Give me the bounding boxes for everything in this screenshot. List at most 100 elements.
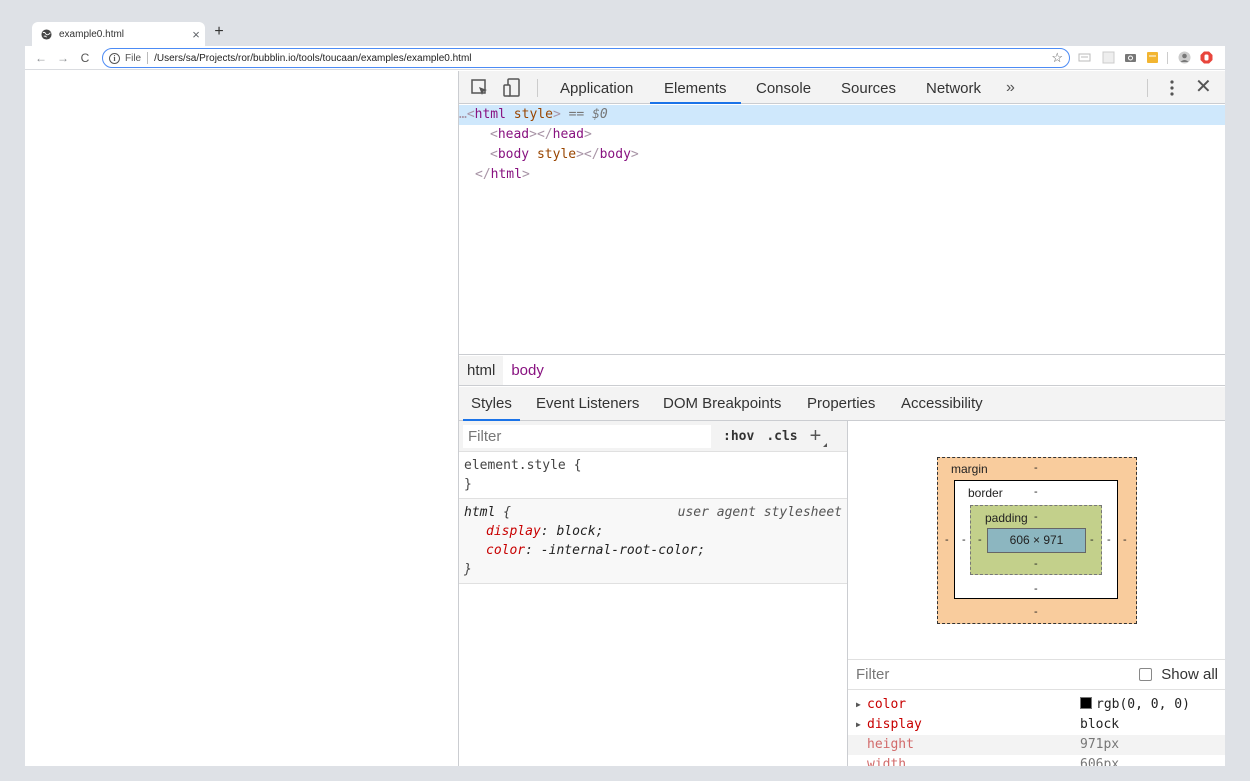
tab-styles[interactable]: Styles — [463, 387, 520, 421]
omnibox[interactable]: i File /Users/sa/Projects/ror/bubblin.io… — [102, 48, 1070, 68]
dom-node-head[interactable]: <head></head> — [459, 125, 1225, 145]
border-left-value[interactable]: - — [962, 534, 966, 546]
omnibox-divider — [147, 52, 149, 64]
dom-ellipsis[interactable]: … — [459, 107, 467, 122]
margin-left-value[interactable]: - — [945, 534, 949, 546]
box-model-diagram: margin - border - padding - 606 × 971 - … — [937, 457, 1137, 624]
devtools-divider-right — [1147, 79, 1148, 97]
computed-property-row[interactable]: height 971px — [848, 735, 1225, 755]
tag-bracket: < — [490, 127, 498, 142]
computed-property-row[interactable]: ▶ color rgb(0, 0, 0) — [848, 695, 1225, 715]
tag-name: body — [599, 147, 631, 162]
extension-icon[interactable] — [1102, 51, 1115, 64]
padding-right-value[interactable]: - — [1090, 534, 1094, 546]
computed-property-name: width — [867, 757, 907, 766]
new-rule-icon[interactable]: + — [810, 425, 827, 448]
margin-bottom-value[interactable]: - — [1034, 606, 1038, 618]
styles-pane: Filter :hov .cls + element.style { } use… — [459, 421, 848, 766]
page-viewport[interactable] — [25, 71, 458, 766]
reload-icon[interactable]: C — [74, 48, 96, 68]
declaration-property: display — [486, 524, 541, 539]
tab-sources[interactable]: Sources — [840, 71, 897, 104]
tab-network[interactable]: Network — [925, 71, 982, 104]
padding-bottom-value[interactable]: - — [1034, 558, 1038, 570]
show-all-label: Show all — [1161, 666, 1218, 683]
cls-toggle[interactable]: .cls — [766, 429, 797, 444]
tab-elements[interactable]: Elements — [650, 71, 741, 104]
more-tabs-icon[interactable]: » — [1006, 71, 1015, 104]
browser-tab[interactable]: example0.html × — [32, 22, 205, 46]
content-size[interactable]: 606 × 971 — [987, 533, 1086, 547]
tag-name: head — [497, 127, 530, 142]
camera-icon[interactable] — [1124, 51, 1137, 64]
padding-label: padding — [985, 511, 1028, 525]
sidebar-tab-bar: Styles Event Listeners DOM Breakpoints P… — [459, 387, 1225, 421]
close-devtools-icon[interactable]: ✕ — [1195, 71, 1212, 104]
dom-node-html-close[interactable]: </html> — [459, 165, 1225, 185]
inspect-element-icon[interactable] — [470, 78, 490, 98]
bookmark-star-icon[interactable]: ☆ — [1051, 50, 1063, 66]
computed-property-row[interactable]: width 606px — [848, 755, 1225, 766]
tag-bracket: > — [583, 127, 592, 142]
ua-stylesheet-label: user agent stylesheet — [677, 505, 842, 520]
padding-top-value[interactable]: - — [1034, 511, 1038, 523]
browser-toolbar: ← → C i File /Users/sa/Projects/ror/bubb… — [25, 46, 1225, 70]
profile-avatar-icon[interactable] — [1178, 51, 1191, 64]
back-icon[interactable]: ← — [30, 48, 52, 68]
expand-triangle-icon[interactable]: ▶ — [856, 715, 861, 735]
styles-filter-input[interactable]: Filter — [463, 424, 711, 448]
adblock-icon[interactable] — [1200, 51, 1213, 64]
expand-triangle-icon[interactable]: ▶ — [856, 695, 861, 715]
tab-dom-breakpoints[interactable]: DOM Breakpoints — [663, 387, 781, 421]
kebab-menu-icon[interactable] — [1164, 78, 1180, 98]
border-right-value[interactable]: - — [1107, 534, 1111, 546]
padding-left-value[interactable]: - — [978, 534, 982, 546]
device-toolbar-icon[interactable] — [502, 78, 522, 98]
margin-label: margin — [951, 462, 988, 476]
breadcrumb: html body — [459, 354, 1225, 386]
info-icon[interactable]: i — [109, 52, 120, 64]
computed-filter-bar: Filter Show all — [848, 659, 1225, 690]
open-brace: { — [503, 505, 511, 520]
show-all-toggle[interactable]: Show all — [1139, 666, 1218, 683]
url-text[interactable]: /Users/sa/Projects/ror/bubblin.io/tools/… — [154, 53, 1051, 64]
tag-bracket: < — [466, 107, 475, 122]
dom-node-body[interactable]: <body style></body> — [459, 145, 1225, 165]
rule-selector: html — [464, 505, 496, 520]
new-tab-button[interactable]: + — [210, 23, 228, 41]
tab-application[interactable]: Application — [559, 71, 634, 104]
computed-pane: margin - border - padding - 606 × 971 - … — [848, 421, 1225, 766]
declaration-value: block — [556, 524, 596, 539]
toolbar-divider — [1167, 52, 1168, 64]
ua-stylesheet-rule: user agent stylesheet html { display: blo… — [459, 499, 847, 584]
margin-right-value[interactable]: - — [1123, 534, 1127, 546]
forward-icon[interactable]: → — [52, 48, 74, 68]
margin-top-value[interactable]: - — [1034, 462, 1038, 474]
tag-name: head — [552, 127, 584, 142]
tab-console[interactable]: Console — [755, 71, 812, 104]
tab-event-listeners[interactable]: Event Listeners — [536, 387, 639, 421]
computed-filter-input[interactable]: Filter — [856, 666, 1139, 683]
computed-property-value: 971px — [1080, 737, 1120, 752]
dom-node-html[interactable]: …<html style> == $0 — [459, 105, 1225, 125]
open-brace: { — [573, 458, 582, 473]
styles-filter-bar: Filter :hov .cls + — [459, 421, 847, 452]
globe-icon — [41, 28, 52, 40]
breadcrumb-body[interactable]: body — [503, 356, 552, 385]
hov-toggle[interactable]: :hov — [723, 429, 754, 444]
breadcrumb-html[interactable]: html — [459, 355, 504, 385]
notes-extension-icon[interactable] — [1146, 51, 1159, 64]
border-bottom-value[interactable]: - — [1034, 583, 1038, 595]
computed-property-row[interactable]: ▶ display block — [848, 715, 1225, 735]
tag-bracket: > — [630, 147, 639, 162]
reader-icon[interactable] — [1078, 51, 1091, 64]
color-swatch-icon[interactable] — [1080, 697, 1092, 709]
tab-accessibility[interactable]: Accessibility — [901, 387, 983, 421]
border-top-value[interactable]: - — [1034, 486, 1038, 498]
show-all-checkbox[interactable] — [1139, 668, 1153, 681]
style-declaration: display: block; — [486, 524, 604, 539]
tab-properties[interactable]: Properties — [807, 387, 875, 421]
element-style-rule[interactable]: element.style { } — [459, 452, 847, 499]
tab-close-icon[interactable]: × — [187, 28, 205, 41]
tag-bracket: > — [521, 167, 530, 182]
